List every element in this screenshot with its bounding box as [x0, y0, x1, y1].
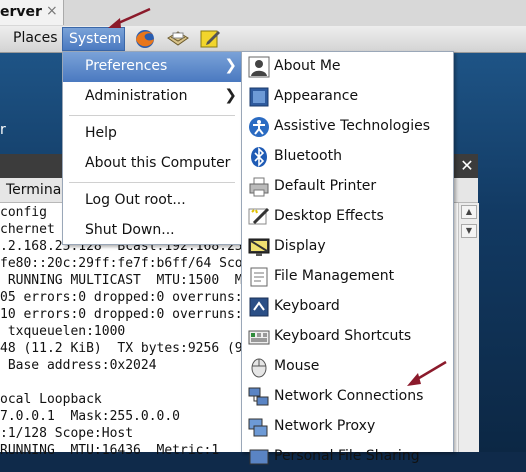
appearance-icon: [248, 86, 270, 108]
menu-item-about[interactable]: About this Computer: [63, 149, 241, 179]
places-menu[interactable]: Places: [13, 30, 58, 46]
pref-item-label: Display: [274, 238, 326, 254]
pref-item-appearance[interactable]: Appearance: [242, 82, 453, 112]
terminal-menu-terminal[interactable]: Terminal: [6, 182, 65, 198]
pref-item-label: File Management: [274, 268, 395, 284]
terminal-line: 7.0.0.1 Mask:255.0.0.0: [0, 409, 181, 424]
tab-label: erver: [0, 4, 42, 20]
preferences-submenu: About Me Appearance Assistive Technologi…: [241, 51, 454, 465]
notes-icon[interactable]: [199, 28, 223, 50]
system-dropdown: Preferences ❯ Administration ❯ Help Abou…: [62, 51, 242, 245]
scroll-up-icon[interactable]: ▲: [461, 205, 477, 219]
chevron-right-icon: ❯: [224, 56, 237, 74]
pref-item-default-printer[interactable]: Default Printer: [242, 172, 453, 202]
pref-item-keyboard-shortcuts[interactable]: Keyboard Shortcuts: [242, 322, 453, 352]
close-icon[interactable]: ×: [46, 3, 58, 19]
menu-separator: [69, 115, 235, 116]
network-proxy-icon: [248, 416, 270, 438]
keyboard-icon: [248, 296, 270, 318]
pref-item-label: Default Printer: [274, 178, 377, 194]
menu-item-logout[interactable]: Log Out root...: [63, 186, 241, 216]
pref-item-label: Network Proxy: [274, 418, 376, 434]
terminal-close-icon[interactable]: ✕: [456, 154, 478, 178]
pref-item-label: Personal File Sharing: [274, 448, 420, 464]
browser-tab[interactable]: erver ×: [0, 0, 64, 25]
printer-icon: [248, 176, 270, 198]
pref-item-label: Keyboard Shortcuts: [274, 328, 412, 344]
menu-item-label: Administration: [85, 88, 188, 104]
terminal-line: txqueuelen:1000: [0, 324, 126, 339]
menu-item-preferences[interactable]: Preferences ❯: [63, 52, 241, 82]
terminal-line: config: [0, 205, 47, 220]
pref-item-file-management[interactable]: File Management: [242, 262, 453, 292]
pref-item-network-proxy[interactable]: Network Proxy: [242, 412, 453, 442]
scroll-down-icon[interactable]: ▼: [461, 224, 477, 238]
keyboard-shortcuts-icon: [248, 326, 270, 348]
terminal-scrollbar[interactable]: [458, 203, 479, 452]
desktop-effects-icon: [248, 206, 270, 228]
pref-item-bluetooth[interactable]: Bluetooth: [242, 142, 453, 172]
pref-item-label: About Me: [274, 58, 341, 74]
mail-icon[interactable]: [166, 28, 190, 50]
pref-item-file-sharing[interactable]: Personal File Sharing: [242, 442, 453, 472]
menu-item-label: Log Out root...: [85, 192, 186, 208]
terminal-line: RUNNING MULTICAST MTU:1500 M: [0, 273, 243, 288]
person-icon: [248, 56, 270, 78]
pref-item-label: Mouse: [274, 358, 320, 374]
mouse-icon: [248, 356, 270, 378]
pref-item-label: Network Connections: [274, 388, 424, 404]
pref-item-display[interactable]: Display: [242, 232, 453, 262]
menu-item-administration[interactable]: Administration ❯: [63, 82, 241, 112]
accessibility-icon: [248, 116, 270, 138]
network-icon: [248, 386, 270, 408]
display-icon: [248, 236, 270, 258]
pref-item-label: Assistive Technologies: [274, 118, 431, 134]
terminal-line: ocal Loopback: [0, 392, 102, 407]
terminal-line: RUNNING MTU:16436 Metric:1: [0, 443, 220, 458]
pref-item-label: Keyboard: [274, 298, 340, 314]
pref-item-label: Bluetooth: [274, 148, 342, 164]
pref-item-keyboard[interactable]: Keyboard: [242, 292, 453, 322]
menu-item-label: Preferences: [85, 58, 168, 74]
file-sharing-icon: [248, 446, 270, 468]
pref-item-about-me[interactable]: About Me: [242, 52, 453, 82]
file-management-icon: [248, 266, 270, 288]
chevron-right-icon: ❯: [224, 86, 237, 104]
menu-item-label: Shut Down...: [85, 222, 175, 238]
terminal-line: chernet: [0, 222, 55, 237]
menu-item-shutdown[interactable]: Shut Down...: [63, 216, 241, 246]
menu-item-label: About this Computer: [85, 155, 231, 171]
terminal-line: Base address:0x2024: [0, 358, 157, 373]
terminal-line: 05 errors:0 dropped:0 overruns:: [0, 290, 243, 305]
terminal-line: 48 (11.2 KiB) TX bytes:9256 (9: [0, 341, 243, 356]
menu-separator: [69, 182, 235, 183]
tab-strip: [0, 0, 526, 27]
annotation-arrow-icon: [108, 7, 151, 28]
terminal-line: fe80::20c:29ff:fe7f:b6ff/64 Sco: [0, 256, 243, 271]
pref-item-desktop-effects[interactable]: Desktop Effects: [242, 202, 453, 232]
annotation-arrow-icon: [407, 360, 447, 386]
pref-item-label: Desktop Effects: [274, 208, 384, 224]
terminal-line: :1/128 Scope:Host: [0, 426, 134, 441]
menu-item-label: Help: [85, 125, 117, 141]
menu-item-help[interactable]: Help: [63, 119, 241, 149]
desktop-text-fragment: r: [0, 122, 6, 138]
bluetooth-icon: [248, 146, 270, 168]
pref-item-assistive[interactable]: Assistive Technologies: [242, 112, 453, 142]
pref-item-label: Appearance: [274, 88, 359, 104]
terminal-line: 10 errors:0 dropped:0 overruns:: [0, 307, 243, 322]
